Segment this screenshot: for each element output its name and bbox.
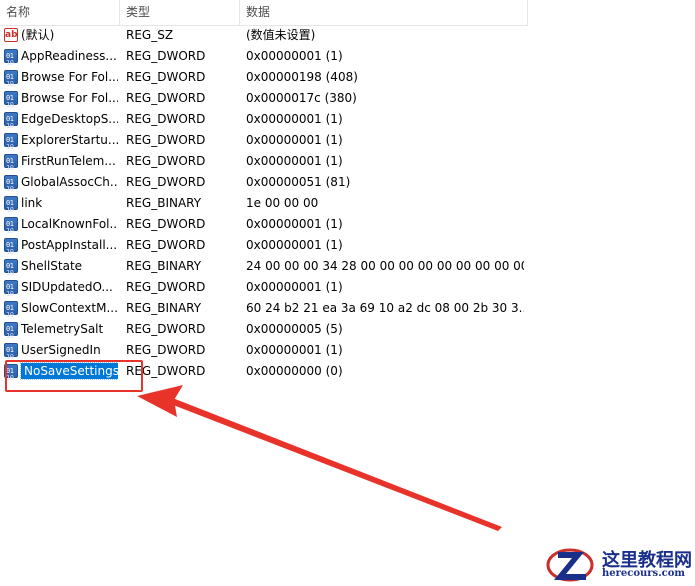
watermark-logo: 这里教程网 herecours.com bbox=[546, 540, 695, 586]
watermark-url: herecours.com bbox=[602, 568, 686, 579]
watermark-z-icon bbox=[546, 548, 594, 582]
annotation-arrow-shaft bbox=[168, 397, 502, 531]
annotation-arrow bbox=[137, 385, 502, 531]
